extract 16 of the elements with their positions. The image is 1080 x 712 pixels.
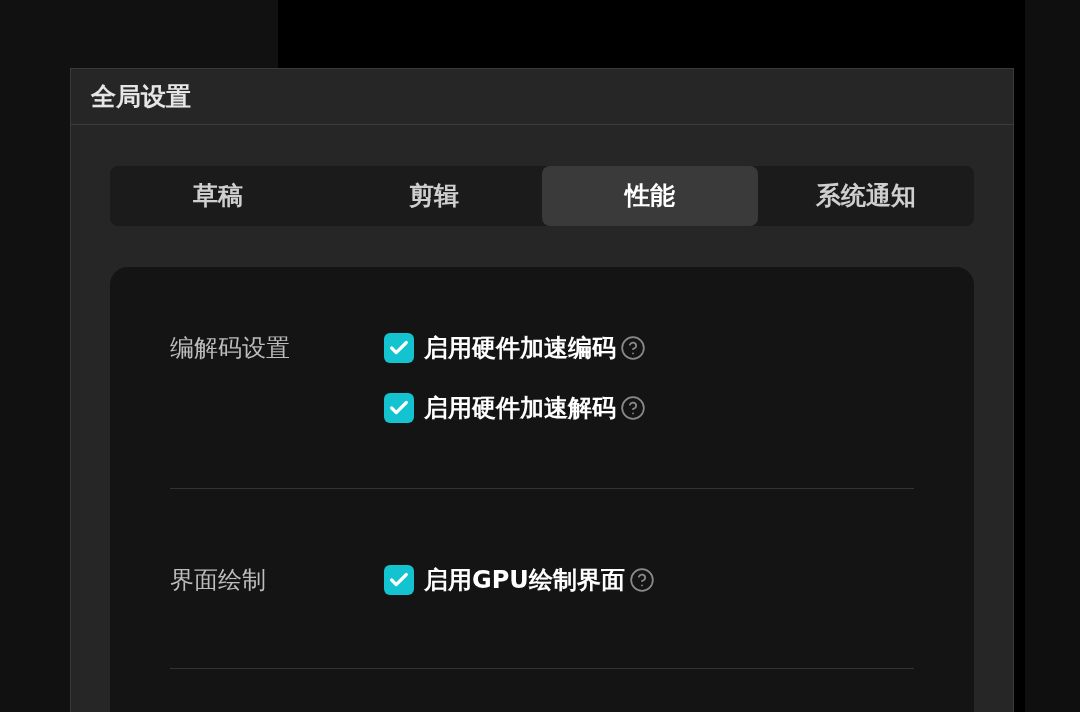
tab[interactable]: 草稿 [110,166,326,226]
section-label: 界面绘制 [170,565,266,596]
dialog-title: 全局设置 [91,80,191,113]
option-label: 启用硬件加速解码 [424,393,616,424]
checkbox[interactable] [384,393,414,423]
tab[interactable]: 性能 [542,166,758,226]
tab[interactable]: 系统通知 [758,166,974,226]
checkbox[interactable] [384,333,414,363]
help-icon[interactable] [620,335,646,361]
help-icon[interactable] [620,395,646,421]
option-label: 启用硬件加速编码 [424,333,616,364]
help-icon[interactable] [628,567,655,593]
section-label: 编解码设置 [170,333,290,364]
tab[interactable]: 剪辑 [326,166,542,226]
checkbox[interactable] [384,565,414,595]
option-label: 启用GPU绘制界面 [424,565,625,596]
